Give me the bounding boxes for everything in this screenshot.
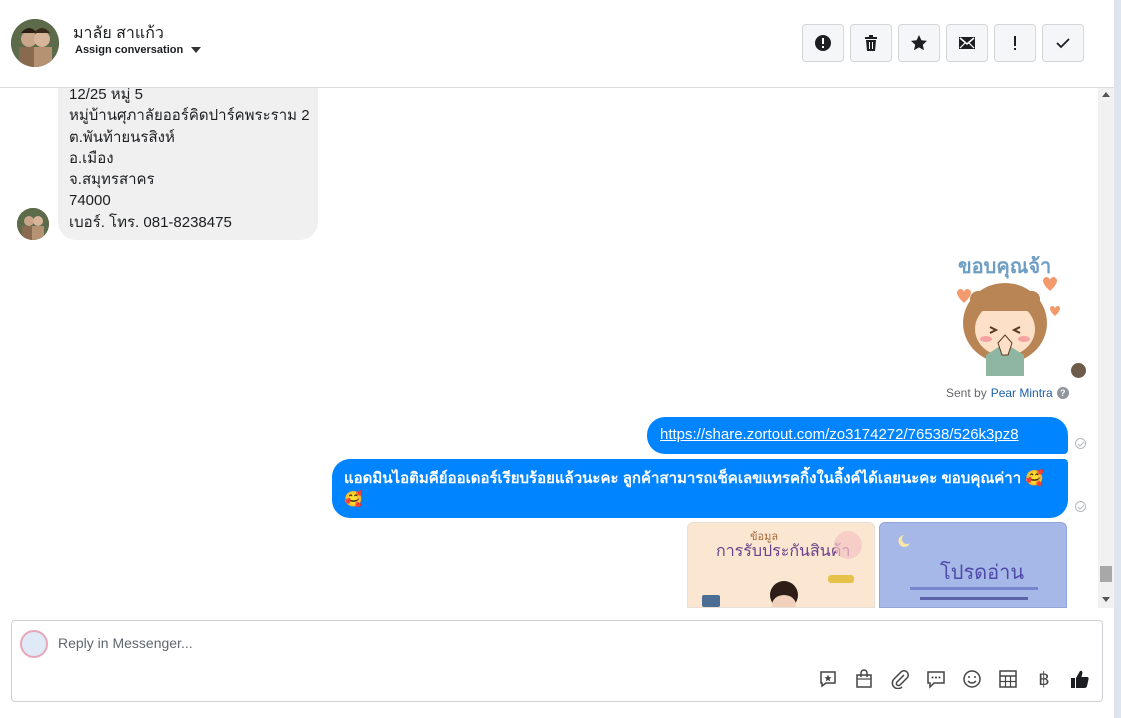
- delete-button[interactable]: [850, 24, 892, 62]
- contact-name: มาลัย สาแก้ว: [73, 25, 164, 42]
- thumbs-up-icon: [1071, 670, 1089, 688]
- window-edge: [1114, 0, 1121, 718]
- message-thread[interactable]: 12/25 หมู่ 5 หมู่บ้านศุภาลัยออร์คิดปาร์ค…: [0, 88, 1098, 608]
- mark-done-button[interactable]: [1042, 24, 1084, 62]
- saved-reply-button[interactable]: [817, 668, 839, 690]
- shop-button[interactable]: [853, 668, 875, 690]
- message-line: ต.พันท้ายนรสิงห์: [69, 128, 175, 146]
- report-button[interactable]: [802, 24, 844, 62]
- mark-unread-button[interactable]: [946, 24, 988, 62]
- sent-by-prefix: Sent by: [946, 386, 987, 400]
- page-avatar: [20, 630, 48, 658]
- message-line: 12/25 หมู่ 5: [69, 88, 143, 103]
- messenger-inbox: มาลัย สาแก้ว Assign conversation 12/25 ห…: [0, 0, 1114, 718]
- star-button[interactable]: [898, 24, 940, 62]
- sender-avatar: [17, 208, 49, 240]
- sticker-text: ขอบคุณจ้า: [958, 254, 1051, 279]
- saved-reply-icon: [820, 671, 836, 688]
- sent-by-name[interactable]: Pear Mintra: [991, 386, 1053, 400]
- thank-you-sticker: ขอบคุณจ้า: [946, 251, 1068, 376]
- delivered-check-icon: [1075, 438, 1086, 449]
- star-icon: [911, 35, 927, 51]
- baht-icon: ฿: [1038, 668, 1050, 690]
- image-attachment[interactable]: โปรดอ่าน: [879, 522, 1067, 608]
- assign-conversation-dropdown[interactable]: Assign conversation: [75, 44, 202, 56]
- scrollbar-thumb[interactable]: [1100, 566, 1112, 582]
- reply-composer: ฿: [11, 620, 1103, 702]
- sent-by-label: Sent by Pear Mintra ?: [946, 386, 1069, 400]
- scroll-down-arrow-icon[interactable]: [1102, 597, 1110, 602]
- message-button[interactable]: [925, 668, 947, 690]
- scroll-up-arrow-icon[interactable]: [1102, 92, 1110, 97]
- assign-conversation-label: Assign conversation: [75, 44, 184, 56]
- outgoing-text-message: แอดมินไอติมคีย์ออเดอร์เรียบร้อยแล้วนะคะ …: [332, 459, 1068, 518]
- outgoing-link-message[interactable]: https://share.zortout.com/zo3174272/7653…: [647, 417, 1068, 454]
- exclamation-icon: [1014, 36, 1016, 50]
- message-line: หมู่บ้านศุภาลัยออร์คิดปาร์คพระราม 2: [69, 107, 310, 125]
- help-icon[interactable]: ?: [1056, 387, 1069, 399]
- message-line: 74000: [69, 192, 111, 210]
- contact-avatar[interactable]: [11, 19, 59, 67]
- incoming-message-bubble: 12/25 หมู่ 5 หมู่บ้านศุภาลัยออร์คิดปาร์ค…: [58, 88, 318, 240]
- emoji-icon: [963, 670, 981, 688]
- image-attachment[interactable]: ข้อมูล การรับประกันสินค้า: [687, 522, 875, 608]
- envelope-icon: [959, 37, 975, 49]
- follow-up-button[interactable]: [994, 24, 1036, 62]
- seen-by-avatar: [1071, 363, 1086, 378]
- message-line: อ.เมือง: [69, 149, 114, 167]
- shopping-bag-icon: [856, 669, 872, 688]
- composer-toolbar: ฿: [817, 668, 1091, 690]
- table-icon: [999, 670, 1017, 688]
- message-line: เบอร์. โทร. 081-8238475: [69, 213, 232, 231]
- caret-down-icon: [191, 47, 202, 53]
- emoji-button[interactable]: [961, 668, 983, 690]
- payment-button[interactable]: ฿: [1033, 668, 1055, 690]
- trash-icon: [865, 35, 877, 51]
- table-button[interactable]: [997, 668, 1019, 690]
- checkmark-icon: [1056, 38, 1070, 49]
- report-icon: [815, 35, 831, 51]
- message-line: จ.สมุทรสาคร: [69, 171, 155, 189]
- paperclip-icon: [891, 670, 909, 689]
- chat-bubble-icon: [927, 671, 945, 689]
- header-actions: [802, 24, 1084, 62]
- delivered-check-icon: [1075, 501, 1086, 512]
- reply-input[interactable]: [58, 631, 758, 655]
- thread-scrollbar[interactable]: [1098, 88, 1114, 608]
- conversation-header: มาลัย สาแก้ว Assign conversation: [0, 0, 1114, 88]
- like-button[interactable]: [1069, 668, 1091, 690]
- attach-button[interactable]: [889, 668, 911, 690]
